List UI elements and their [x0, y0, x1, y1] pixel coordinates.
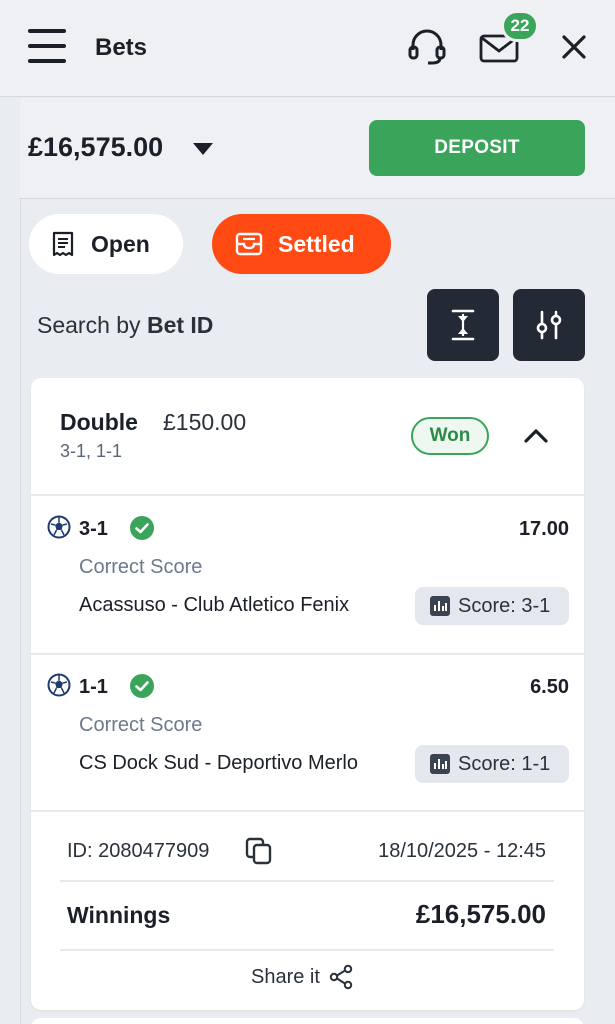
winnings-label: Winnings: [67, 902, 171, 928]
divider: [31, 653, 584, 655]
search-bold: Bet ID: [146, 312, 214, 338]
stats-icon: [430, 596, 450, 616]
divider: [60, 949, 554, 951]
collapse-all-button[interactable]: [427, 289, 499, 361]
tab-settled-label: Settled: [278, 230, 355, 257]
bet-id: ID: 2080477909: [67, 840, 210, 862]
inbox-icon: [235, 232, 263, 256]
selection-odds: 17.00: [518, 518, 569, 540]
football-icon: [47, 673, 71, 697]
selection-event: CS Dock Sud - Deportivo Merlo: [79, 752, 358, 774]
filter-icon: [536, 310, 562, 340]
menu-icon[interactable]: [28, 29, 66, 63]
divider: [31, 494, 584, 496]
result-score-text: Score: 1-1: [458, 752, 551, 775]
check-circle-icon: [130, 516, 154, 540]
bet-type: Double: [60, 409, 138, 435]
receipt-icon: [52, 231, 74, 257]
collapse-icon: [451, 309, 475, 341]
divider: [60, 880, 554, 882]
football-icon: [47, 515, 71, 539]
share-icon: [329, 964, 353, 990]
selection-odds: 6.50: [530, 676, 569, 698]
mail-count-badge: 22: [501, 10, 539, 42]
tab-open[interactable]: Open: [29, 214, 183, 274]
selection-market: Correct Score: [79, 714, 203, 736]
share-label: Share it: [251, 965, 320, 988]
winnings-value: £16,575.00: [415, 899, 546, 929]
selection-event: Acassuso - Club Atletico Fenix: [79, 594, 350, 616]
check-circle-icon: [130, 674, 154, 698]
share-button[interactable]: Share it: [251, 964, 354, 990]
bet-date: 18/10/2025 - 12:45: [378, 840, 546, 862]
search-bet-id[interactable]: Search by Bet ID: [37, 312, 213, 339]
bet-stake: £150.00: [163, 409, 247, 435]
stats-icon: [430, 754, 450, 774]
balance-amount[interactable]: £16,575.00: [28, 132, 163, 163]
result-score-pill: Score: 3-1: [415, 587, 569, 625]
status-badge: Won: [411, 417, 489, 455]
selection-market: Correct Score: [79, 556, 203, 578]
result-score-pill: Score: 1-1: [415, 745, 569, 783]
top-bar: Bets 22: [0, 0, 615, 97]
next-bet-card: [31, 1018, 584, 1024]
balance-row: £16,575.00 DEPOSIT: [20, 98, 615, 199]
result-score-text: Score: 3-1: [458, 594, 551, 617]
bet-scores: 3-1, 1-1: [60, 441, 123, 461]
tab-settled[interactable]: Settled: [212, 214, 391, 274]
filter-button[interactable]: [513, 289, 585, 361]
close-icon[interactable]: [561, 34, 587, 60]
deposit-button[interactable]: DEPOSIT: [369, 120, 585, 176]
selection-score: 3-1: [79, 518, 108, 540]
caret-down-icon[interactable]: [192, 142, 214, 156]
selection-score: 1-1: [79, 676, 108, 698]
copy-icon[interactable]: [244, 836, 274, 866]
page-title: Bets: [95, 34, 148, 61]
search-prefix: Search by: [37, 312, 147, 338]
chevron-up-icon[interactable]: [523, 426, 549, 444]
bet-card: Double £150.00 3-1, 1-1 Won 3-1 17.00 Co…: [31, 378, 584, 1010]
headset-icon[interactable]: [406, 28, 448, 66]
tab-open-label: Open: [91, 230, 150, 257]
divider: [31, 810, 584, 812]
